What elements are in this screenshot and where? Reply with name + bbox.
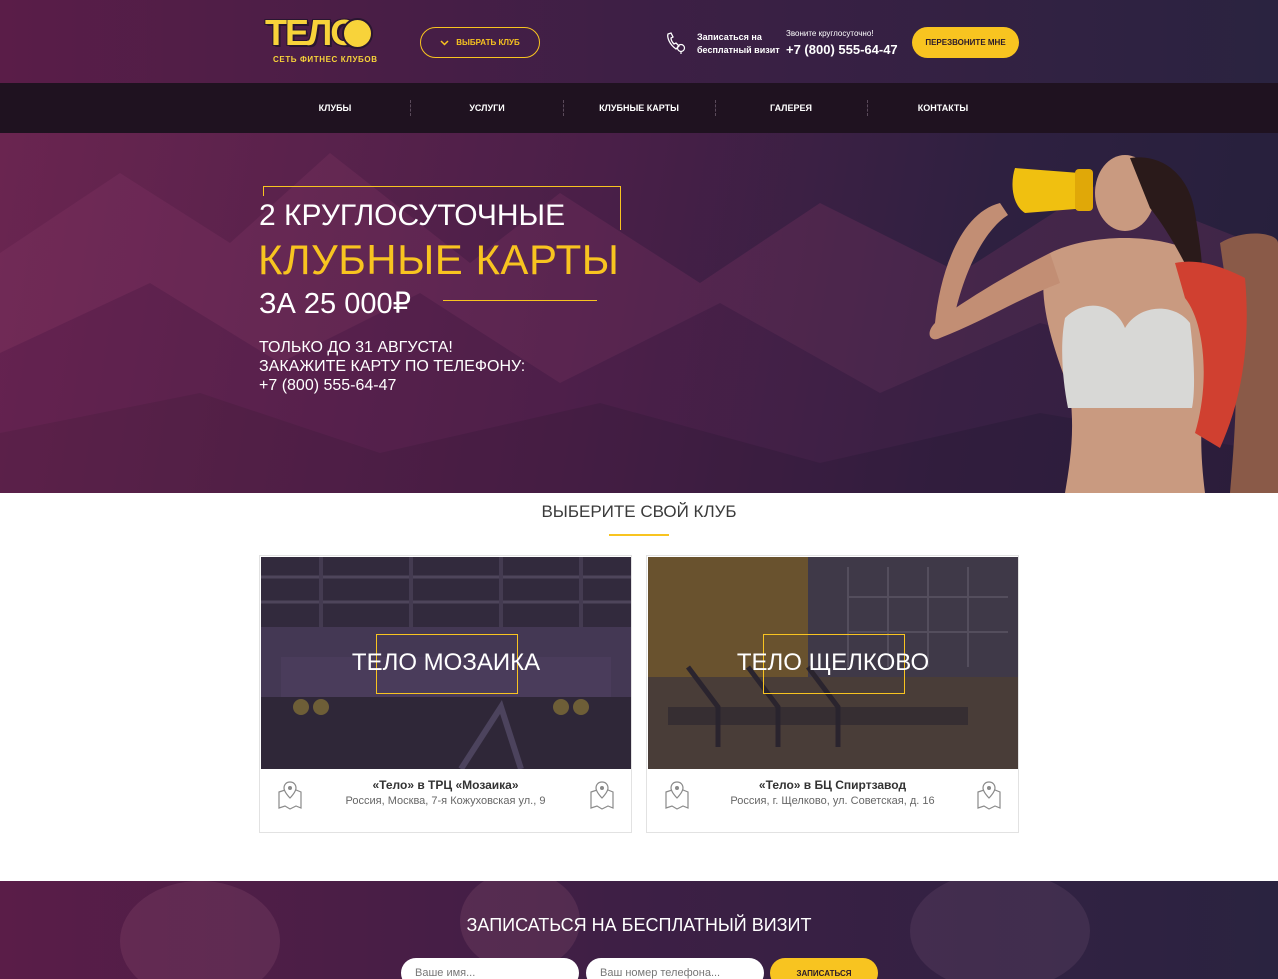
nav-item-club-cards[interactable]: КЛУБНЫЕ КАРТЫ: [563, 83, 715, 133]
nav-item-services[interactable]: УСЛУГИ: [411, 83, 563, 133]
choose-club-button[interactable]: ВЫБРАТЬ КЛУБ: [420, 27, 540, 58]
free-visit-title: ЗАПИСАТЬСЯ НА БЕСПЛАТНЫЙ ВИЗИТ: [466, 915, 812, 935]
nav-item-gallery[interactable]: ГАЛЕРЕЯ: [715, 83, 867, 133]
name-input[interactable]: [401, 958, 579, 979]
athlete-image: [929, 155, 1278, 493]
club-card-schelkovo[interactable]: ТЕЛО ЩЕЛКОВО «Тело» в БЦ Спиртзавод Росс…: [646, 555, 1019, 833]
free-visit-label: Записаться на бесплатный визит: [697, 32, 780, 55]
map-pin-icon: [590, 781, 614, 810]
hero-banner: 2 КРУГЛОСУТОЧНЫЕ КЛУБНЫЕ КАРТЫ ЗА 25 000…: [0, 133, 1278, 493]
hero-headline-2: КЛУБНЫЕ КАРТЫ: [258, 236, 620, 283]
club-photo: ТЕЛО ЩЕЛКОВО: [648, 557, 1018, 769]
promo-deadline: ТОЛЬКО ДО 31 АВГУСТА!: [259, 339, 453, 356]
nav-item-contacts[interactable]: КОНТАКТЫ: [867, 83, 1019, 133]
phone-location-icon: [667, 32, 686, 54]
promo-phone[interactable]: +7 (800) 555-64-47: [259, 376, 525, 395]
club-address: Россия, Москва, 7-я Кожуховская ул., 9: [345, 795, 546, 807]
logo-circle-icon: [342, 18, 373, 49]
club-card-mozaika[interactable]: ТЕЛО МОЗАИКА «Тело» в ТРЦ «Мозаика» Росс…: [259, 555, 632, 833]
hero-headline-1: 2 КРУГЛОСУТОЧНЫЕ: [259, 199, 566, 232]
logo-tagline: СЕТЬ ФИТНЕС КЛУБОВ: [273, 55, 378, 64]
club-name: ТЕЛО ЩЕЛКОВО: [736, 649, 930, 676]
club-photo: ТЕЛО МОЗАИКА: [261, 557, 631, 769]
club-info: «Тело» в ТРЦ «Мозаика» Россия, Москва, 7…: [260, 778, 631, 807]
header-phone[interactable]: +7 (800) 555-64-47: [786, 42, 898, 57]
logo[interactable]: ТЕЛО СЕТЬ ФИТНЕС КЛУБОВ: [265, 15, 377, 67]
hero-price: ЗА 25 000₽: [259, 288, 412, 320]
site-header: ТЕЛО СЕТЬ ФИТНЕС КЛУБОВ ВЫБРАТЬ КЛУБ Зап…: [0, 0, 1278, 83]
club-address: Россия, г. Щелково, ул. Советская, д. 16: [730, 795, 935, 807]
chevron-down-icon: [440, 39, 449, 46]
hero-frame: [620, 186, 621, 230]
hero-promo: ТОЛЬКО ДО 31 АВГУСТА! ЗАКАЖИТЕ КАРТУ ПО …: [259, 338, 525, 395]
main-nav: КЛУБЫ УСЛУГИ КЛУБНЫЕ КАРТЫ ГАЛЕРЕЯ КОНТА…: [0, 83, 1278, 133]
club-location: «Тело» в ТРЦ «Мозаика»: [372, 778, 519, 792]
choose-club-label: ВЫБРАТЬ КЛУБ: [456, 38, 520, 47]
callback-button[interactable]: ПЕРЕЗВОНИТЕ МНЕ: [912, 27, 1019, 58]
club-info: «Тело» в БЦ Спиртзавод Россия, г. Щелков…: [647, 778, 1018, 807]
hero-frame: [263, 186, 264, 196]
call-block: Звоните круглосуточно! +7 (800) 555-64-4…: [786, 29, 898, 57]
club-location: «Тело» в БЦ Спиртзавод: [758, 778, 907, 792]
nav-item-clubs[interactable]: КЛУБЫ: [259, 83, 411, 133]
free-visit-section: ЗАПИСАТЬСЯ НА БЕСПЛАТНЫЙ ВИЗИТ ЗАПИСАТЬС…: [0, 881, 1278, 979]
phone-input[interactable]: [586, 958, 764, 979]
call-note: Звоните круглосуточно!: [786, 29, 874, 38]
promo-order-text: ЗАКАЖИТЕ КАРТУ ПО ТЕЛЕФОНУ:: [259, 358, 526, 375]
signup-button[interactable]: ЗАПИСАТЬСЯ: [770, 958, 878, 979]
hero-frame: [263, 186, 621, 187]
map-pin-icon: [977, 781, 1001, 810]
clubs-title-rule: [609, 534, 669, 536]
hero-price-rule: [443, 300, 597, 301]
clubs-section-title: ВЫБЕРИТЕ СВОЙ КЛУБ: [541, 502, 737, 521]
club-name: ТЕЛО МОЗАИКА: [351, 649, 541, 676]
